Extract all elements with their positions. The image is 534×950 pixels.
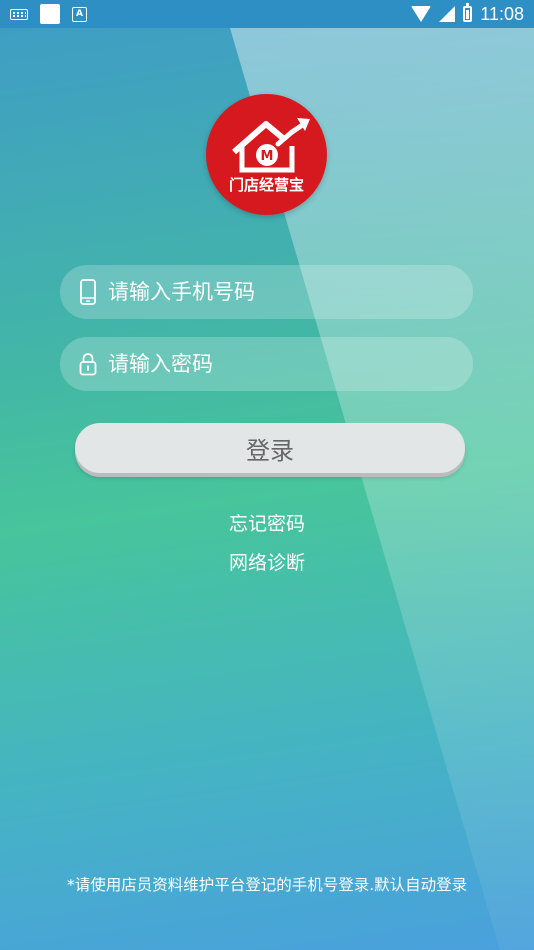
keyboard-icon bbox=[10, 8, 28, 20]
svg-text:M: M bbox=[261, 149, 274, 164]
network-diagnosis-link[interactable]: 网络诊断 bbox=[0, 548, 534, 575]
app-icon bbox=[40, 4, 60, 24]
phone-input[interactable] bbox=[108, 272, 473, 312]
house-chart-icon: M bbox=[232, 118, 310, 173]
password-input[interactable] bbox=[108, 344, 473, 384]
login-button[interactable]: 登录 bbox=[75, 423, 465, 473]
forgot-password-link[interactable]: 忘记密码 bbox=[0, 509, 534, 536]
app-logo: M 门店经营宝 bbox=[206, 94, 327, 215]
status-bar: A 11:08 bbox=[0, 0, 534, 28]
status-time: 11:08 bbox=[480, 3, 524, 24]
password-field[interactable] bbox=[60, 337, 473, 391]
lock-icon bbox=[78, 351, 98, 377]
phone-icon bbox=[78, 279, 98, 305]
logo-text: 门店经营宝 bbox=[228, 176, 304, 194]
battery-icon bbox=[463, 3, 473, 22]
text-a-icon: A bbox=[72, 6, 87, 22]
cell-signal-icon bbox=[439, 6, 456, 22]
login-notice: *请使用店员资料维护平台登记的手机号登录.默认自动登录 bbox=[67, 876, 468, 894]
wifi-icon bbox=[411, 6, 432, 22]
phone-field[interactable] bbox=[60, 265, 473, 319]
